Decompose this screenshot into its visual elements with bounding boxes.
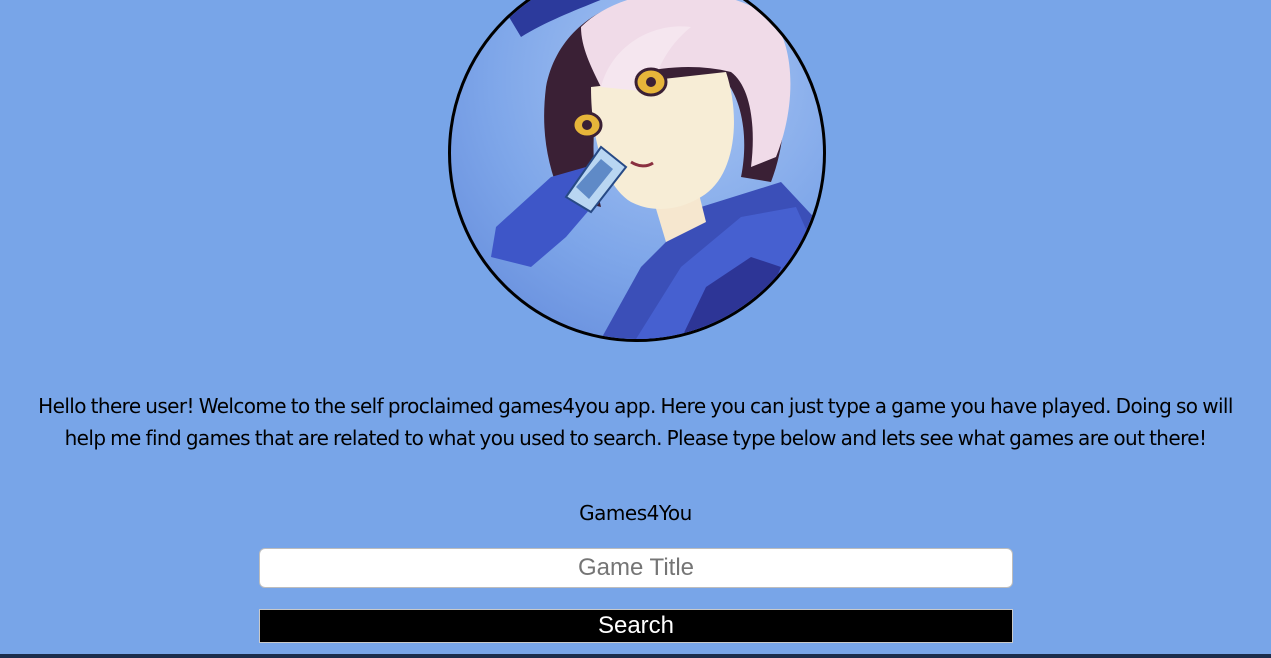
search-button[interactable]: Search	[259, 609, 1013, 643]
game-title-input[interactable]	[259, 548, 1013, 588]
page-bottom-edge	[0, 654, 1271, 658]
intro-text: Hello there user! Welcome to the self pr…	[0, 390, 1271, 454]
intro-line-2: help me find games that are related to w…	[64, 426, 1207, 450]
app-title: Games4You	[579, 501, 692, 525]
character-portrait-image	[491, 0, 823, 339]
avatar	[448, 0, 826, 342]
intro-line-1: Hello there user! Welcome to the self pr…	[38, 394, 1233, 418]
